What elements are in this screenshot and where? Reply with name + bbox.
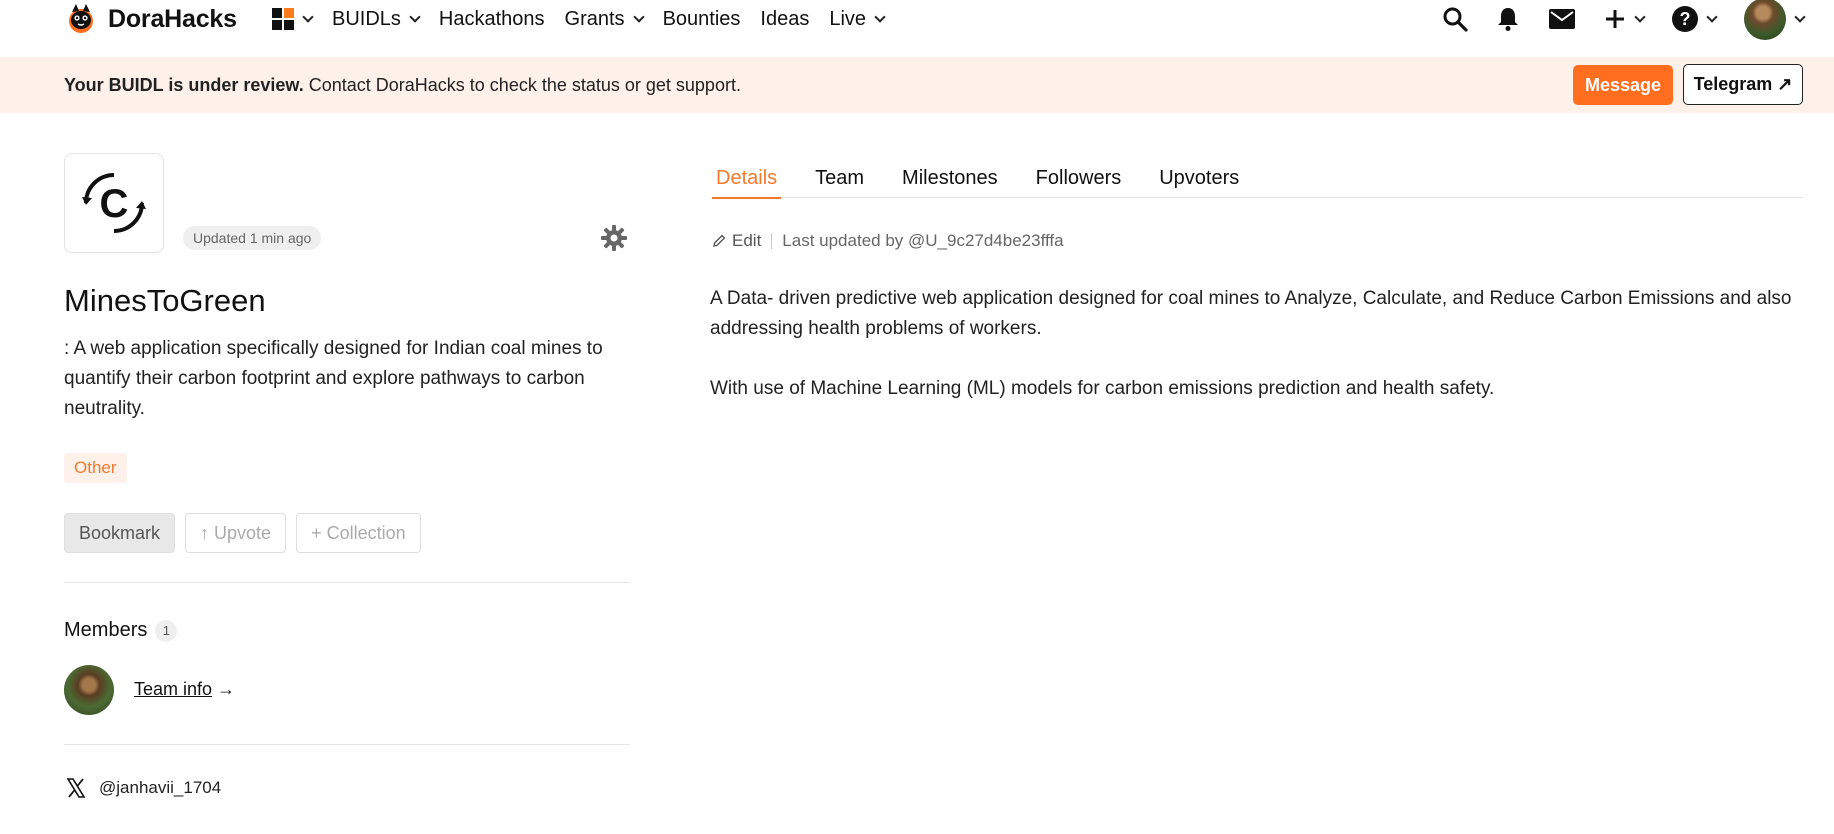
- edit-bar: Edit Last updated by @U_9c27d4be23fffa: [712, 231, 1064, 251]
- chevron-down-icon: [874, 10, 886, 23]
- divider: [64, 744, 630, 745]
- banner-detail: Contact DoraHacks to check the status or…: [303, 74, 741, 95]
- separator: [771, 233, 773, 249]
- help-menu[interactable]: ?: [1672, 6, 1718, 32]
- banner-strong: Your BUIDL is under review.: [64, 74, 304, 95]
- project-actions: Bookmark ↑ Upvote + Collection: [64, 513, 431, 553]
- member-avatar[interactable]: [64, 665, 114, 715]
- apps-menu[interactable]: [272, 8, 314, 30]
- search-icon: [1443, 7, 1468, 32]
- message-button[interactable]: Message: [1573, 65, 1673, 105]
- nav-item-label: Bounties: [662, 7, 741, 30]
- tab-upvoters[interactable]: Upvoters: [1155, 153, 1243, 198]
- edit-button[interactable]: Edit: [712, 231, 761, 251]
- pencil-icon: [713, 234, 726, 247]
- account-menu[interactable]: [1744, 0, 1806, 40]
- upvote-button[interactable]: ↑ Upvote: [185, 513, 287, 553]
- nav-actions: ?: [1414, 0, 1834, 40]
- apps-grid-icon: [272, 8, 294, 30]
- chevron-down-icon: [632, 10, 645, 23]
- members-count-badge: 1: [155, 619, 178, 642]
- details-paragraph: A Data- driven predictive web applicatio…: [710, 288, 1792, 339]
- nav-item-label: Ideas: [760, 7, 810, 30]
- details-content: A Data- driven predictive web applicatio…: [710, 284, 1810, 404]
- chevron-down-icon: [302, 10, 314, 23]
- mail-icon: [1549, 9, 1575, 29]
- messages-button[interactable]: [1548, 8, 1576, 30]
- details-paragraph: With use of Machine Learning (ML) models…: [710, 378, 1495, 399]
- nav-item-bounties[interactable]: Bounties: [663, 8, 741, 31]
- user-avatar: [1744, 0, 1786, 40]
- last-updated-text: Last updated by @U_9c27d4be23fffa: [782, 231, 1064, 250]
- help-icon: ?: [1672, 6, 1698, 32]
- nav-item-grants[interactable]: Grants: [564, 7, 645, 31]
- dorahacks-logo[interactable]: DoraHacks: [64, 2, 237, 36]
- chevron-down-icon: [1706, 10, 1718, 23]
- nav-item-label: Grants: [564, 7, 625, 30]
- telegram-button[interactable]: Telegram ↗: [1683, 64, 1803, 105]
- updated-badge: Updated 1 min ago: [183, 226, 322, 250]
- twitter-handle-link[interactable]: @janhavii_1704: [99, 778, 221, 798]
- project-logo-icon: C: [82, 173, 146, 233]
- tab-team[interactable]: Team: [811, 153, 868, 198]
- members-label: Members: [64, 619, 148, 641]
- nav-item-label: Hackathons: [438, 7, 545, 30]
- project-title: MinesToGreen: [64, 283, 266, 318]
- category-tag[interactable]: Other: [64, 453, 127, 483]
- team-info-link[interactable]: Team info: [134, 679, 212, 700]
- notifications-button[interactable]: [1496, 6, 1520, 32]
- tab-followers[interactable]: Followers: [1032, 153, 1126, 198]
- project-description: : A web application specifically designe…: [64, 338, 603, 419]
- chevron-down-icon: [1634, 10, 1646, 23]
- project-logo: C: [64, 153, 164, 253]
- bookmark-button[interactable]: Bookmark: [64, 513, 176, 553]
- chevron-down-icon: [1794, 10, 1806, 23]
- main-menu: BUIDLs Hackathons Grants Bounties Ideas …: [272, 0, 904, 38]
- dorahacks-logo-icon: [69, 4, 93, 33]
- review-banner: Your BUIDL is under review. Contact Dora…: [0, 57, 1834, 113]
- arrow-right-icon: →: [217, 679, 235, 699]
- members-heading: Members 1: [64, 619, 178, 642]
- brand-name: DoraHacks: [108, 4, 237, 33]
- chevron-down-icon: [409, 10, 421, 23]
- edit-label: Edit: [732, 231, 762, 250]
- nav-item-buidls[interactable]: BUIDLs: [332, 7, 421, 31]
- bell-icon: [1498, 8, 1518, 31]
- top-navbar: DoraHacks BUIDLs Hackathons Grants Bount…: [0, 0, 1834, 57]
- x-twitter-icon: [66, 778, 86, 798]
- nav-item-hackathons[interactable]: Hackathons: [439, 8, 545, 31]
- nav-item-ideas[interactable]: Ideas: [760, 8, 809, 31]
- project-tabs: Details Team Milestones Followers Upvote…: [712, 153, 1803, 199]
- add-collection-button[interactable]: + Collection: [296, 513, 421, 553]
- plus-icon: [1606, 10, 1624, 28]
- tab-milestones[interactable]: Milestones: [898, 153, 1002, 198]
- search-button[interactable]: [1442, 6, 1468, 32]
- create-menu[interactable]: [1604, 8, 1646, 30]
- tab-details[interactable]: Details: [712, 153, 782, 199]
- divider: [64, 582, 630, 583]
- nav-item-label: BUIDLs: [332, 7, 401, 30]
- settings-gear-icon[interactable]: [600, 224, 628, 252]
- nav-item-live[interactable]: Live: [829, 7, 886, 31]
- svg-text:C: C: [100, 182, 129, 226]
- banner-message: Your BUIDL is under review. Contact Dora…: [64, 75, 741, 96]
- nav-item-label: Live: [829, 7, 867, 30]
